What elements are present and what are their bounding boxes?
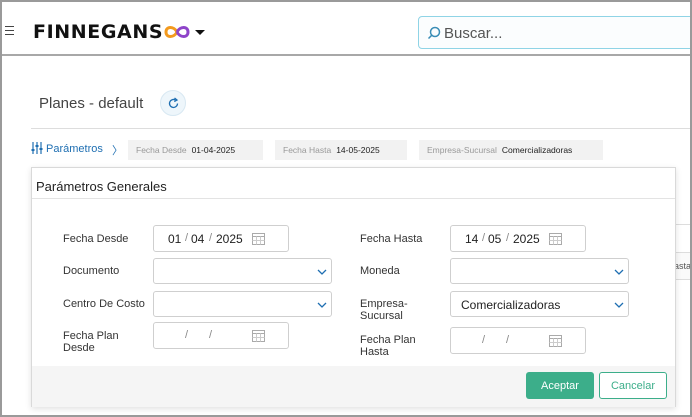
dialog-title: Parámetros Generales	[36, 179, 167, 194]
hamburger-menu-icon[interactable]	[5, 26, 14, 35]
title-divider	[31, 128, 690, 129]
fecha-plan-hasta-label-line1: Fecha Plan	[360, 334, 416, 346]
filter-chip-empresa-sucursal[interactable]: Empresa-Sucursal Comercializadoras	[419, 140, 603, 160]
fecha-plan-hasta-label: Fecha Plan Hasta	[360, 334, 416, 358]
empresa-sucursal-label-line1: Empresa-	[360, 298, 408, 310]
day-value: 14	[465, 232, 479, 246]
chip-value: Comercializadoras	[501, 145, 573, 155]
centro-de-costo-select[interactable]	[153, 291, 332, 317]
fecha-plan-hasta-input[interactable]: / /	[450, 327, 586, 354]
year-value: 2025	[513, 232, 540, 246]
chevron-down-icon	[614, 269, 624, 275]
filter-chip-fecha-desde[interactable]: Fecha Desde 01-04-2025	[128, 140, 263, 160]
chevron-down-icon	[317, 269, 327, 275]
day-value: 01	[168, 232, 182, 246]
background-divider	[674, 224, 690, 225]
empresa-sucursal-select[interactable]: Comercializadoras	[450, 291, 629, 317]
date-sep: /	[209, 329, 213, 341]
refresh-button[interactable]	[160, 90, 186, 116]
fecha-hasta-input[interactable]: 14 / 05 / 2025	[450, 225, 586, 252]
calendar-icon[interactable]	[549, 334, 562, 347]
chip-value: 01-04-2025	[191, 145, 236, 155]
calendar-icon[interactable]	[549, 232, 562, 245]
search-box	[418, 16, 690, 49]
date-sep: /	[506, 232, 510, 244]
calendar-icon[interactable]	[252, 329, 265, 342]
moneda-label: Moneda	[360, 265, 400, 277]
filter-chip-fecha-hasta[interactable]: Fecha Hasta 14-05-2025	[275, 140, 407, 160]
search-icon	[427, 26, 441, 40]
page-title: Planes - default	[39, 95, 144, 112]
search-input[interactable]	[444, 22, 684, 44]
infinity-logo-icon	[164, 26, 190, 38]
empresa-sucursal-value: Comercializadoras	[461, 298, 561, 312]
empresa-sucursal-label: Empresa- Sucursal	[360, 298, 408, 322]
date-sep: /	[209, 232, 213, 244]
date-sep: /	[482, 334, 486, 346]
date-sep: /	[185, 329, 189, 341]
chevron-right-icon[interactable]: 〉	[112, 142, 123, 158]
chip-key: Empresa-Sucursal	[427, 145, 497, 155]
fecha-desde-input[interactable]: 01 / 04 / 2025	[153, 225, 289, 252]
moneda-select[interactable]	[450, 258, 629, 284]
fecha-plan-desde-input[interactable]: / /	[153, 322, 289, 349]
centro-de-costo-label: Centro De Costo	[63, 298, 145, 310]
dialog-divider	[32, 198, 675, 199]
chip-key: Fecha Desde	[136, 145, 187, 155]
parametros-toggle[interactable]: Parámetros	[31, 142, 103, 155]
top-bar: FINNEGANS	[2, 2, 690, 56]
chevron-down-icon	[317, 302, 327, 308]
app-window: FINNEGANS Planes - default P	[0, 0, 692, 417]
month-value: 04	[191, 232, 205, 246]
aceptar-button[interactable]: Aceptar	[526, 372, 594, 399]
fecha-desde-label: Fecha Desde	[63, 233, 129, 245]
brand-logo-text: FINNEGANS	[33, 21, 164, 43]
background-partial-label: asta	[674, 261, 692, 271]
documento-label: Documento	[63, 265, 120, 277]
year-value: 2025	[216, 232, 243, 246]
fecha-plan-desde-label-line2: Desde	[63, 342, 95, 354]
cancelar-button[interactable]: Cancelar	[599, 372, 667, 399]
chip-value: 14-05-2025	[336, 145, 380, 155]
empresa-sucursal-label-line2: Sucursal	[360, 310, 403, 322]
fecha-hasta-label: Fecha Hasta	[360, 233, 423, 245]
fecha-plan-desde-label-line1: Fecha Plan	[63, 330, 119, 342]
refresh-icon	[168, 97, 179, 109]
parametros-label: Parámetros	[46, 143, 103, 155]
date-sep: /	[506, 334, 510, 346]
chevron-down-icon	[614, 302, 624, 308]
fecha-plan-hasta-label-line2: Hasta	[360, 346, 389, 358]
brand-dropdown-caret-icon[interactable]	[195, 30, 205, 35]
month-value: 05	[488, 232, 502, 246]
date-sep: /	[482, 232, 486, 244]
date-sep: /	[185, 232, 189, 244]
parametros-generales-dialog: Parámetros Generales Fecha Desde 01 / 04…	[31, 167, 676, 407]
documento-select[interactable]	[153, 258, 332, 284]
fecha-plan-desde-label: Fecha Plan Desde	[63, 330, 119, 354]
sliders-icon	[31, 142, 43, 154]
chip-key: Fecha Hasta	[283, 145, 332, 155]
calendar-icon[interactable]	[252, 232, 265, 245]
